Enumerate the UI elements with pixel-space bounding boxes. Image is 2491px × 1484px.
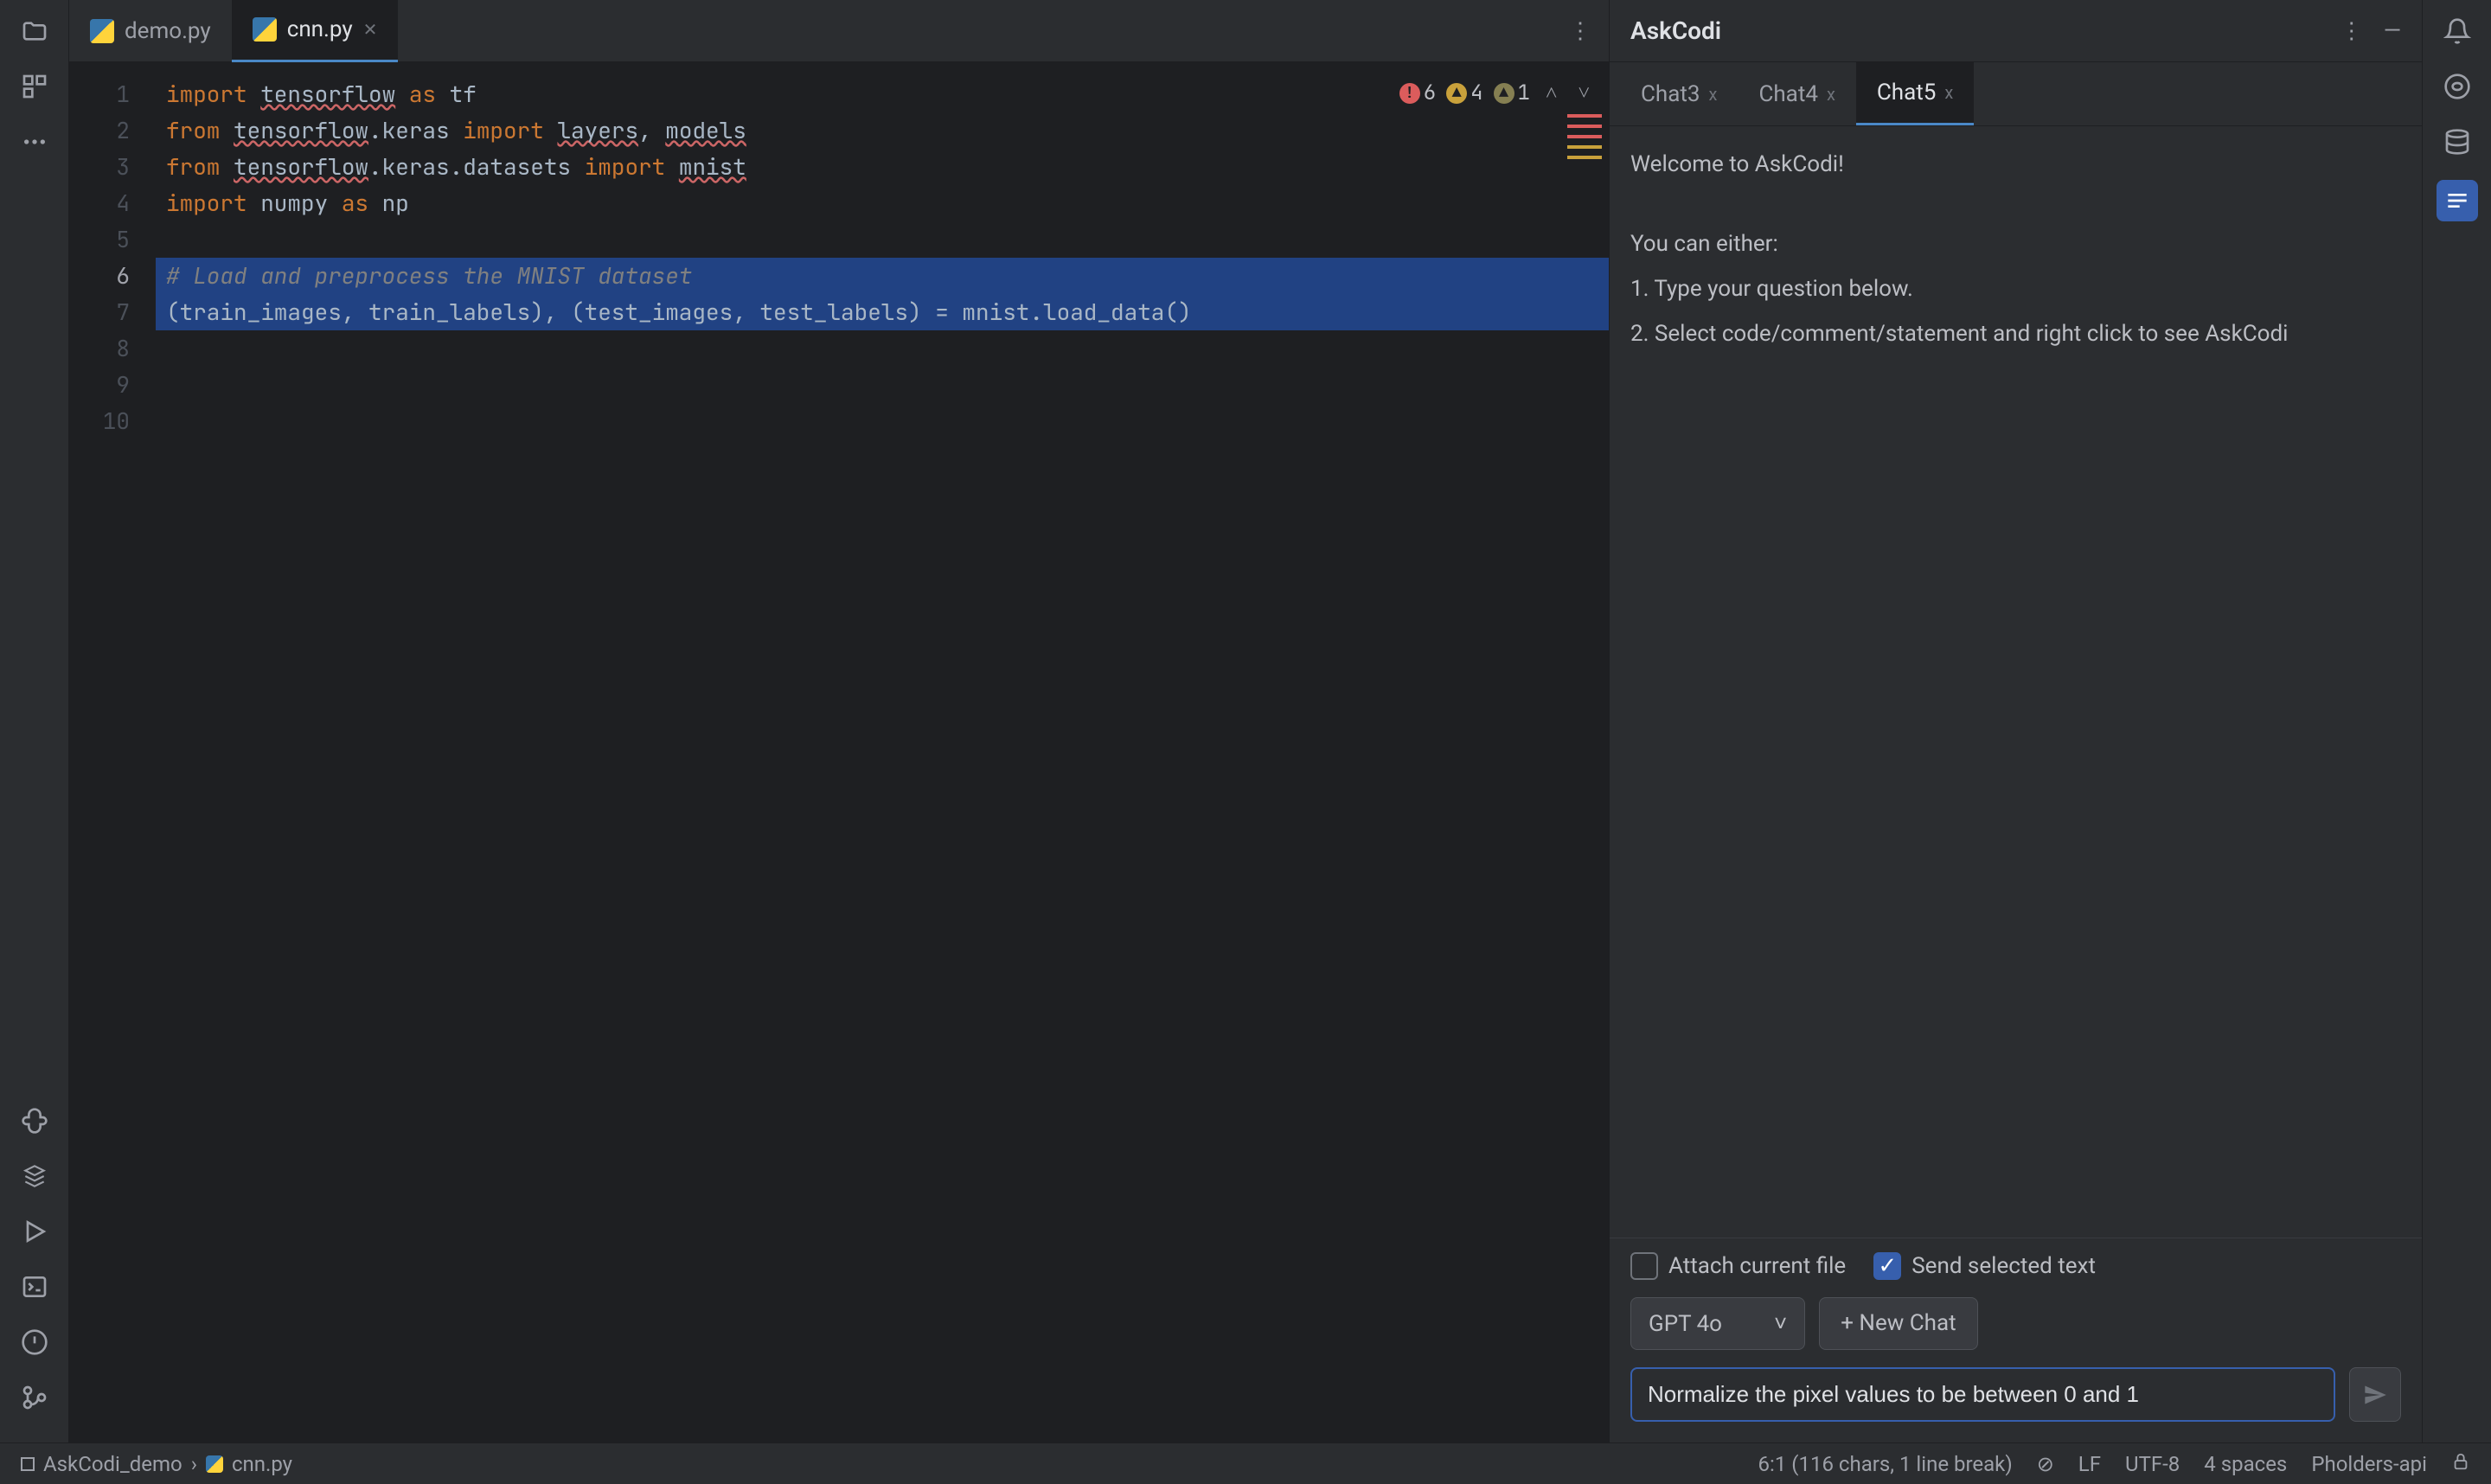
checkbox-icon <box>1630 1252 1658 1280</box>
reader-mode-icon[interactable]: ⊘ <box>2037 1452 2054 1476</box>
terminal-icon[interactable] <box>17 1270 52 1304</box>
chat-input[interactable] <box>1630 1367 2335 1422</box>
editor-area: demo.py cnn.py ✕ ⋮ 12345678910 !6 ▲4 ▲1 … <box>69 0 1609 1442</box>
code-line[interactable] <box>156 221 1609 258</box>
chevron-down-icon: ˅ <box>1774 1310 1787 1337</box>
send-button[interactable] <box>2349 1367 2401 1422</box>
breadcrumb-file: cnn.py <box>232 1452 292 1476</box>
instruction-text: You can either: <box>1630 227 2401 261</box>
indent[interactable]: 4 spaces <box>2204 1452 2287 1476</box>
more-icon[interactable] <box>17 125 52 159</box>
attach-file-checkbox[interactable]: Attach current file <box>1630 1252 1846 1280</box>
tab-overflow-icon[interactable]: ⋮ <box>1569 18 1609 44</box>
code-line[interactable]: from tensorflow.keras.datasets import mn… <box>156 149 1609 185</box>
checkbox-icon: ✓ <box>1873 1252 1901 1280</box>
prev-highlight-icon[interactable]: ˄ <box>1540 80 1563 106</box>
send-selected-checkbox[interactable]: ✓ Send selected text <box>1873 1252 2096 1280</box>
code-line[interactable]: from tensorflow.keras import layers, mod… <box>156 112 1609 149</box>
error-count: 6 <box>1424 80 1436 106</box>
code-line[interactable]: # Load and preprocess the MNIST dataset <box>156 258 1609 294</box>
database-icon[interactable] <box>2440 125 2475 159</box>
error-icon: ! <box>1399 83 1420 104</box>
panel-options-icon[interactable]: ⋮ <box>2341 18 2363 44</box>
code-line[interactable] <box>156 403 1609 439</box>
cursor-position[interactable]: 6:1 (116 chars, 1 line break) <box>1758 1452 2013 1476</box>
vcs-icon[interactable] <box>17 1380 52 1415</box>
packages-icon[interactable] <box>17 1159 52 1193</box>
structure-icon[interactable] <box>17 69 52 104</box>
new-chat-button[interactable]: + New Chat <box>1819 1297 1977 1350</box>
warning-icon: ▲ <box>1446 83 1467 104</box>
code-line[interactable] <box>156 330 1609 367</box>
chat-tab[interactable]: Chat3 x <box>1620 62 1738 125</box>
square-icon <box>21 1457 35 1471</box>
close-icon[interactable]: x <box>1944 82 1953 103</box>
info-count: 1 <box>1518 80 1530 106</box>
close-icon[interactable]: ✕ <box>363 19 378 40</box>
notifications-icon[interactable] <box>2440 14 2475 48</box>
diagnostics-summary[interactable]: !6 ▲4 ▲1 ˄ ˅ <box>1399 80 1595 106</box>
project-icon[interactable] <box>17 14 52 48</box>
chat-tab[interactable]: Chat5 x <box>1856 62 1974 125</box>
line-separator[interactable]: LF <box>2078 1452 2101 1476</box>
askcodi-header: AskCodi ⋮ — <box>1610 0 2422 62</box>
code-content[interactable]: !6 ▲4 ▲1 ˄ ˅ import tensorflow as tffrom… <box>156 62 1609 1442</box>
checkbox-label: Send selected text <box>1911 1253 2096 1279</box>
status-extra[interactable]: Pholders-api <box>2311 1452 2427 1476</box>
right-tool-rail <box>2422 0 2491 1442</box>
button-label: + New Chat <box>1841 1310 1956 1336</box>
file-tab-cnn[interactable]: cnn.py ✕ <box>232 0 399 62</box>
file-tab-label: demo.py <box>125 18 211 44</box>
problems-icon[interactable] <box>17 1325 52 1359</box>
python-console-icon[interactable] <box>17 1103 52 1138</box>
code-line[interactable] <box>156 367 1609 403</box>
model-name: GPT 4o <box>1649 1311 1722 1337</box>
python-file-icon <box>253 17 277 42</box>
code-line[interactable]: (train_images, train_labels), (test_imag… <box>156 294 1609 330</box>
line-gutter: 12345678910 <box>69 62 156 1442</box>
model-select[interactable]: GPT 4o ˅ <box>1630 1297 1805 1350</box>
code-line[interactable]: import numpy as np <box>156 185 1609 221</box>
askcodi-title: AskCodi <box>1630 16 1721 45</box>
python-file-icon <box>206 1455 223 1473</box>
error-stripe[interactable] <box>1567 114 1602 166</box>
next-highlight-icon[interactable]: ˅ <box>1572 80 1595 106</box>
left-tool-rail <box>0 0 69 1442</box>
status-bar: AskCodi_demo › cnn.py 6:1 (116 chars, 1 … <box>0 1442 2491 1484</box>
encoding[interactable]: UTF-8 <box>2125 1452 2180 1476</box>
close-icon[interactable]: x <box>1827 84 1835 105</box>
ai-icon[interactable] <box>2440 69 2475 104</box>
services-icon[interactable] <box>17 1214 52 1249</box>
warning-count: 4 <box>1470 80 1482 106</box>
chat-tab-label: Chat4 <box>1758 81 1818 107</box>
askcodi-panel: AskCodi ⋮ — Chat3 x Chat4 x Chat5 x Welcome t… <box>1609 0 2422 1442</box>
code-editor[interactable]: 12345678910 !6 ▲4 ▲1 ˄ ˅ import tensorfl… <box>69 62 1609 1442</box>
chat-controls: Attach current file ✓ Send selected text… <box>1610 1238 2422 1442</box>
chevron-right-icon: › <box>191 1452 197 1476</box>
breadcrumb-project: AskCodi_demo <box>43 1452 183 1476</box>
chat-body: Welcome to AskCodi! You can either: 1. T… <box>1610 126 2422 1238</box>
code-line[interactable]: import tensorflow as tf <box>156 76 1609 112</box>
file-tab-label: cnn.py <box>287 16 353 42</box>
close-icon[interactable]: x <box>1709 84 1718 105</box>
python-file-icon <box>90 19 114 43</box>
minimize-icon[interactable]: — <box>2384 18 2401 44</box>
instruction-item: 1. Type your question below. <box>1630 272 2401 306</box>
chat-tabs: Chat3 x Chat4 x Chat5 x <box>1610 62 2422 126</box>
editor-tab-bar: demo.py cnn.py ✕ ⋮ <box>69 0 1609 62</box>
weak-warning-icon: ▲ <box>1494 83 1514 104</box>
chat-tab-label: Chat5 <box>1877 80 1937 106</box>
lock-icon[interactable] <box>2451 1452 2470 1476</box>
chat-tab[interactable]: Chat4 x <box>1738 62 1855 125</box>
file-tab-demo[interactable]: demo.py <box>69 0 232 62</box>
welcome-text: Welcome to AskCodi! <box>1630 147 2401 182</box>
chat-tab-label: Chat3 <box>1641 81 1700 107</box>
instruction-item: 2. Select code/comment/statement and rig… <box>1630 317 2401 351</box>
checkbox-label: Attach current file <box>1668 1253 1846 1279</box>
askcodi-tool-icon[interactable] <box>2437 180 2478 221</box>
breadcrumb[interactable]: AskCodi_demo › cnn.py <box>21 1452 292 1476</box>
